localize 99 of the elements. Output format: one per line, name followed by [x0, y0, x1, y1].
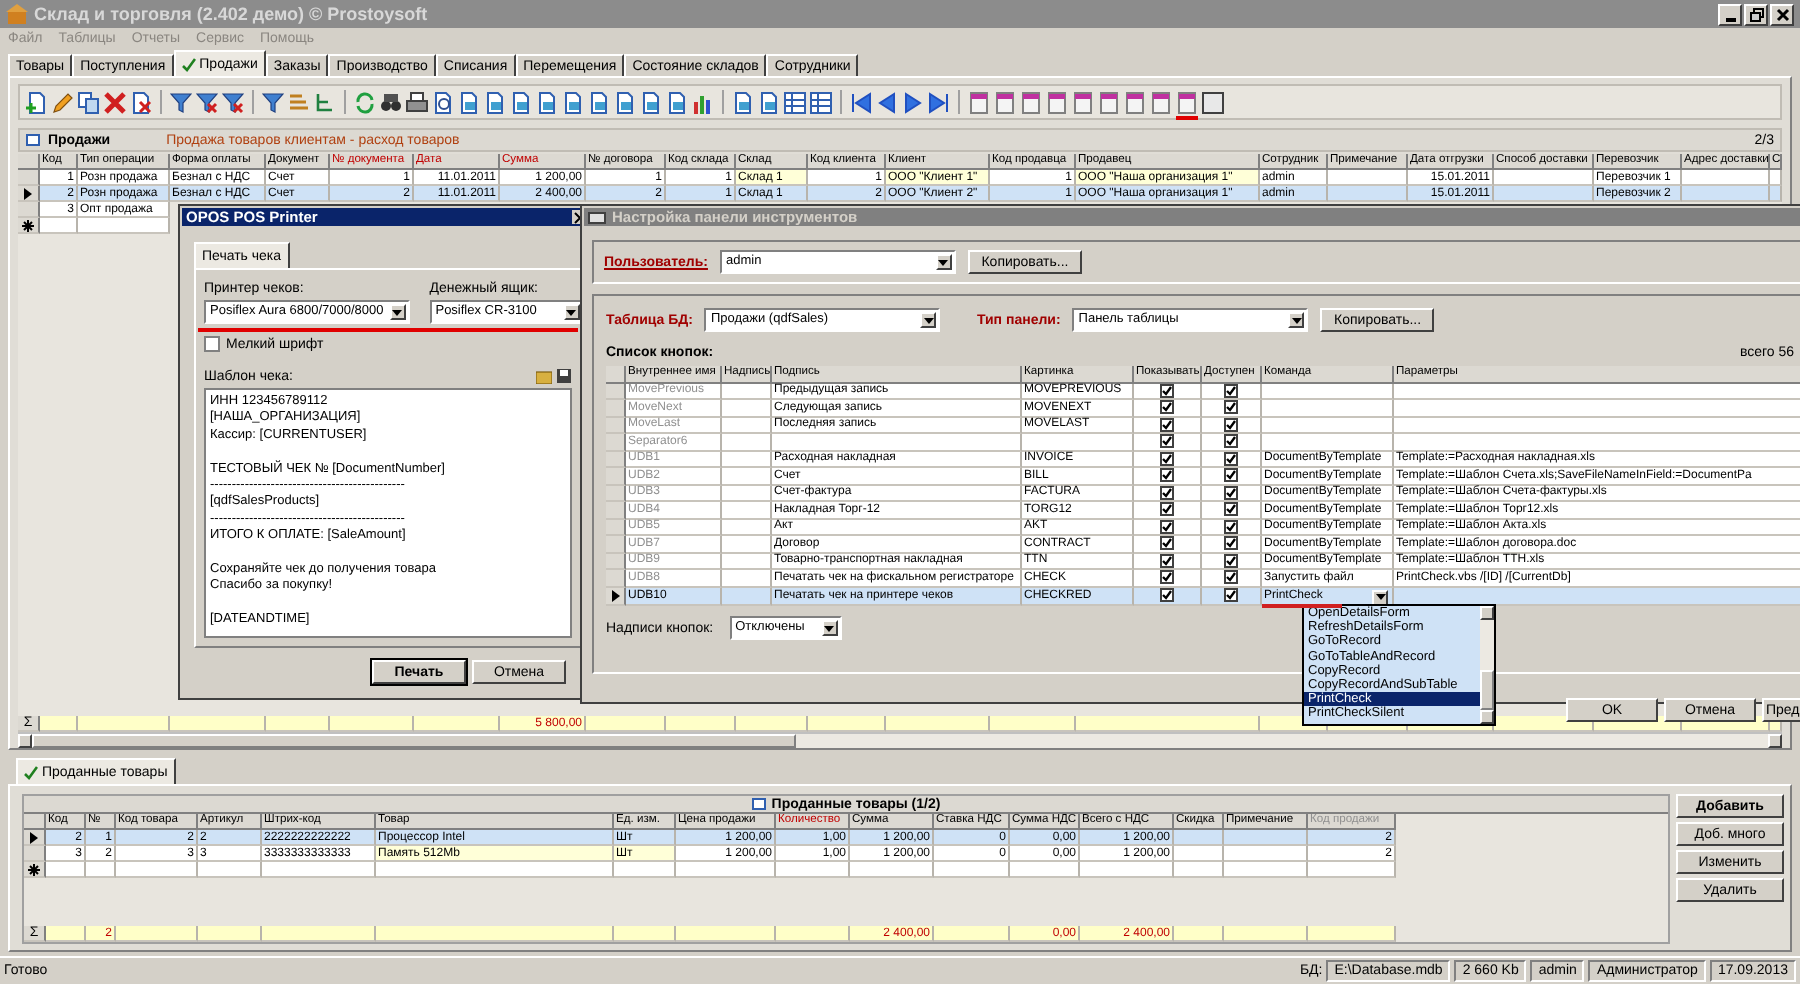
panel-icon [26, 134, 40, 146]
delete-icon[interactable] [104, 91, 126, 113]
caret-icon [392, 309, 403, 315]
next-icon[interactable] [902, 91, 924, 113]
document-icon[interactable] [732, 91, 754, 113]
app-icon [6, 3, 28, 25]
grid-icon[interactable] [784, 91, 806, 113]
checkbox[interactable] [1160, 417, 1174, 432]
binoculars-icon[interactable] [380, 91, 402, 113]
document-icon[interactable] [758, 91, 780, 113]
document-icon[interactable] [510, 91, 532, 113]
filter-clear-icon[interactable] [196, 91, 218, 113]
filter-icon[interactable] [170, 91, 192, 113]
checkbox[interactable] [1224, 468, 1238, 483]
checkbox[interactable] [1224, 519, 1238, 534]
row-header[interactable] [18, 218, 40, 234]
filter-clear-icon[interactable] [222, 91, 244, 113]
checkbox[interactable] [1224, 536, 1238, 551]
header-corner [606, 366, 626, 383]
checkbox[interactable] [1224, 553, 1238, 568]
caret-icon [824, 625, 835, 631]
caret-icon [1291, 317, 1302, 323]
checkbox[interactable] [1160, 536, 1174, 551]
close-icon [1775, 7, 1789, 21]
last-record-icon[interactable] [928, 91, 950, 113]
vertical-scrollbar[interactable] [1480, 606, 1494, 724]
save-icon[interactable] [556, 368, 572, 384]
check-icon [24, 765, 38, 779]
document-icon[interactable] [640, 91, 662, 113]
checkbox[interactable] [1160, 519, 1174, 534]
bar-chart-icon[interactable] [692, 91, 714, 113]
document-icon[interactable] [666, 91, 688, 113]
checkbox[interactable] [1160, 468, 1174, 483]
panel-icon [751, 798, 766, 810]
document-icon[interactable] [458, 91, 480, 113]
caret-icon [938, 259, 949, 265]
minimize-button[interactable] [1718, 3, 1742, 25]
checkbox[interactable] [1224, 485, 1238, 500]
copy-icon[interactable] [78, 91, 100, 113]
restore-button[interactable] [1744, 3, 1768, 25]
checkbox[interactable] [1160, 451, 1174, 466]
check-icon [181, 57, 196, 71]
grid-icon[interactable] [810, 91, 832, 113]
checkbox[interactable] [1160, 485, 1174, 500]
checkbox[interactable] [204, 336, 220, 352]
checkbox[interactable] [1224, 502, 1238, 517]
printer-icon[interactable] [406, 91, 428, 113]
row-header[interactable] [18, 186, 40, 202]
checkbox[interactable] [1160, 502, 1174, 517]
document-icon[interactable] [484, 91, 506, 113]
first-record-icon[interactable] [850, 91, 872, 113]
new-row-icon [28, 863, 40, 875]
checkbox[interactable] [1160, 588, 1174, 602]
report-document-icon[interactable] [968, 91, 990, 113]
horizontal-scrollbar[interactable] [18, 732, 1782, 748]
checkbox[interactable] [1160, 570, 1174, 585]
caret-icon [923, 317, 934, 323]
document-icon[interactable] [536, 91, 558, 113]
report-document-icon[interactable] [1176, 91, 1198, 113]
caret-icon [566, 309, 577, 315]
checkbox[interactable] [1160, 434, 1174, 449]
window-icon [588, 211, 606, 223]
current-row-icon [30, 831, 38, 843]
restore-icon [1749, 7, 1763, 21]
document-magnifier-icon[interactable] [432, 91, 454, 113]
document-icon[interactable] [562, 91, 584, 113]
checkbox[interactable] [1224, 570, 1238, 585]
current-row-icon [611, 589, 619, 601]
report-document-icon[interactable] [1020, 91, 1042, 113]
checkbox[interactable] [1224, 434, 1238, 449]
add-document-icon[interactable] [26, 91, 48, 113]
current-row-icon [24, 187, 32, 199]
caret-icon [1375, 594, 1385, 600]
checkbox[interactable] [1160, 553, 1174, 568]
document-icon[interactable] [614, 91, 636, 113]
document-delete-icon[interactable] [130, 91, 152, 113]
checkbox[interactable] [1160, 383, 1174, 398]
new-row-icon [22, 219, 34, 231]
checkbox[interactable] [1160, 400, 1174, 415]
previous-icon[interactable] [876, 91, 898, 113]
tree-icon[interactable] [314, 91, 336, 113]
window-title: Склад и торговля (2.402 демо) © Prostoysoft [34, 5, 428, 23]
checkbox[interactable] [1224, 417, 1238, 432]
report-document-icon[interactable] [1046, 91, 1068, 113]
checkbox[interactable] [1224, 383, 1238, 398]
report-document-icon[interactable] [1098, 91, 1120, 113]
checkbox[interactable] [1224, 400, 1238, 415]
report-document-icon[interactable] [1072, 91, 1094, 113]
checkbox[interactable] [1224, 451, 1238, 466]
report-document-icon[interactable] [1124, 91, 1146, 113]
checkbox[interactable] [1224, 588, 1238, 602]
report-document-icon[interactable] [1150, 91, 1172, 113]
row-header[interactable] [24, 830, 46, 846]
document-icon[interactable] [588, 91, 610, 113]
filter-icon[interactable] [262, 91, 284, 113]
report-document-icon[interactable] [994, 91, 1016, 113]
box-icon[interactable] [1202, 91, 1224, 113]
pencil-icon[interactable] [52, 91, 74, 113]
row-header[interactable] [24, 862, 46, 878]
